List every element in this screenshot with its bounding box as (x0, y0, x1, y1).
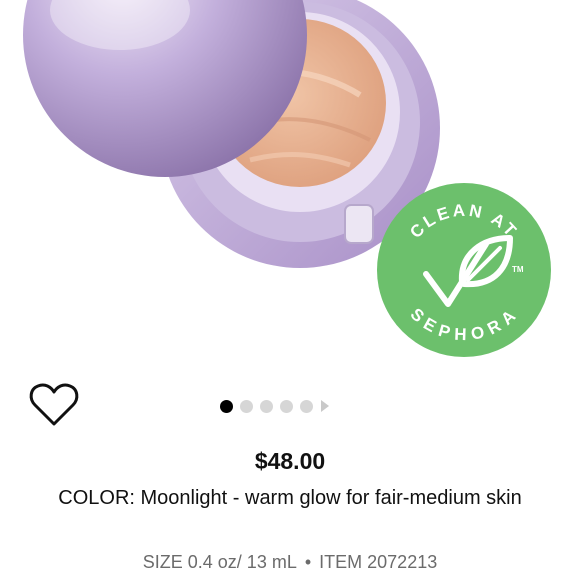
product-size: SIZE 0.4 oz/ 13 mL (142, 552, 297, 572)
carousel-dot[interactable] (300, 399, 313, 413)
product-item-number: ITEM 2072213 (319, 552, 438, 572)
favorite-button[interactable] (28, 382, 80, 428)
carousel-dot[interactable] (240, 399, 253, 413)
carousel-dot[interactable] (220, 399, 233, 413)
product-price: $48.00 (254, 448, 326, 474)
product-color: COLOR: Moonlight - warm glow for fair-me… (58, 487, 522, 509)
product-meta: SIZE 0.4 oz/ 13 mL • ITEM 2072213 (0, 552, 580, 573)
clean-at-sephora-badge: CLEAN AT SEPHORA TM (377, 183, 551, 357)
image-carousel-dots (220, 397, 329, 415)
triangle-right-icon[interactable] (321, 400, 329, 412)
separator: • (304, 552, 312, 572)
svg-text:TM: TM (512, 265, 524, 274)
carousel-dot[interactable] (280, 399, 293, 413)
heart-outline-icon (29, 383, 79, 426)
carousel-dot[interactable] (260, 399, 273, 413)
